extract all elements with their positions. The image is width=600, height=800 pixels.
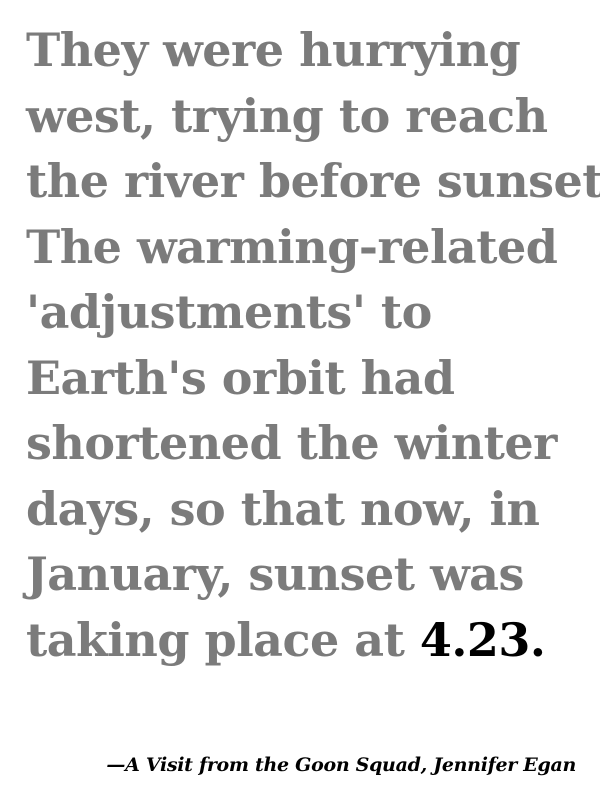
quote-line-3: the river before sunset. xyxy=(26,154,600,208)
quote-line-9: January, sunset was xyxy=(26,547,524,601)
quote-line-7: shortened the winter xyxy=(26,416,557,470)
quote-line-6: Earth's orbit had xyxy=(26,350,455,405)
quote-text: They were hurrying west, trying to reach… xyxy=(26,18,600,674)
quote-page: They were hurrying west, trying to reach… xyxy=(0,0,600,800)
quote-line-10-prefix: taking place at xyxy=(26,612,420,667)
quote-line-10: taking place at 4.23. xyxy=(26,608,586,674)
quote-line-2: west, trying to reach xyxy=(26,88,548,143)
quote-line-1: They were hurrying xyxy=(26,23,521,77)
attribution: —A Visit from the Goon Squad, Jennifer E… xyxy=(106,754,576,776)
highlighted-time: 4.23. xyxy=(419,612,546,667)
quote-line-5: 'adjustments' to xyxy=(26,285,432,339)
quote-line-4: The warming-related xyxy=(26,219,558,274)
quote-line-8: days, so that now, in xyxy=(26,481,540,536)
